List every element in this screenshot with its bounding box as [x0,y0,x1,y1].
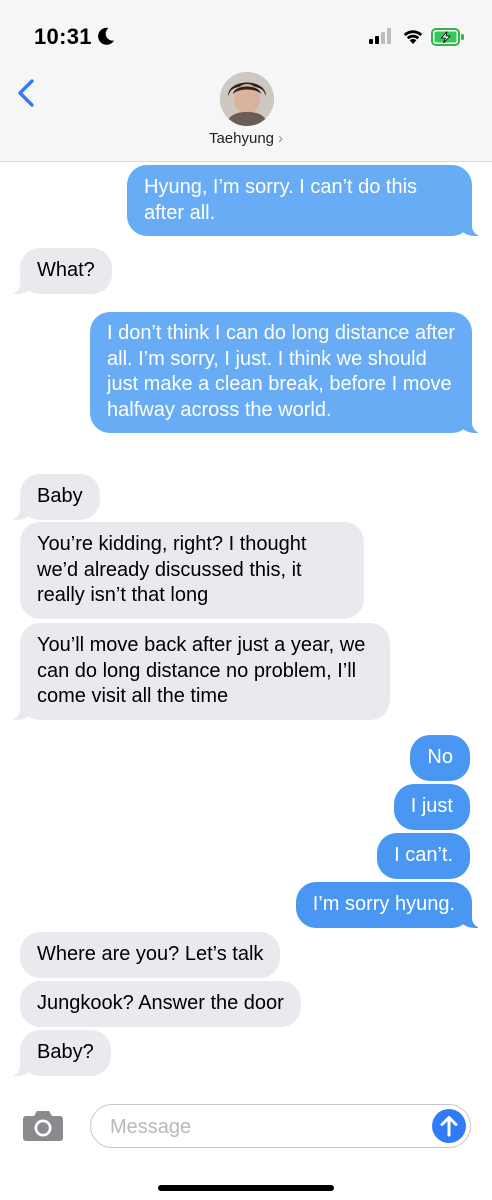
message-bubble-outgoing[interactable]: No [410,735,470,781]
contact-name: Taehyung [208,130,275,147]
moon-icon [98,27,114,45]
message-text: What? [37,259,95,281]
message-bubble-incoming[interactable]: Jungkook? Answer the door [20,981,301,1027]
avatar-photo-icon [220,72,274,126]
message-text: You’re kidding, right? I thought we’d al… [37,533,307,606]
message-text: Where are you? Let’s talk [37,943,264,965]
conversation-header: Taehyung › [0,70,492,162]
chevron-right-icon: › [278,130,284,147]
message-bubble-incoming[interactable]: Baby? [8,1030,111,1076]
message-text: You’ll move back after just a year, we c… [37,634,366,707]
message-bubble-outgoing[interactable]: I don’t think I can do long distance aft… [90,312,484,433]
message-thread: Hyung, I’m sorry. I can’t do this after … [0,163,492,1088]
status-time: 10:31 [34,24,92,49]
message-text: I’m sorry hyung. [312,893,455,915]
message-bubble-outgoing[interactable]: I can’t. [377,833,470,879]
battery-charging-icon [431,28,464,46]
contact-name-button[interactable]: Taehyung › [0,130,492,147]
message-bubble-outgoing[interactable]: Hyung, I’m sorry. I can’t do this after … [127,165,484,236]
message-text: Baby [37,485,83,507]
send-button[interactable] [432,1109,466,1143]
message-bubble-incoming[interactable]: You’re kidding, right? I thought we’d al… [20,522,364,619]
status-bar: 10:31 [0,0,492,70]
camera-icon[interactable] [22,1108,64,1142]
message-bubble-incoming[interactable]: What? [8,248,112,294]
message-text: Hyung, I’m sorry. I can’t do this after … [144,176,418,224]
contact-avatar[interactable] [220,72,274,126]
wifi-icon [403,30,423,44]
arrow-up-icon [440,1116,458,1137]
signal-icon [369,28,391,44]
message-bubble-outgoing[interactable]: I just [393,784,470,830]
message-bubble-incoming[interactable]: You’ll move back after just a year, we c… [8,623,390,720]
message-bubble-incoming[interactable]: Where are you? Let’s talk [20,932,281,978]
message-bubble-outgoing[interactable]: I’m sorry hyung. [295,882,485,928]
message-text: No [427,746,453,768]
message-bubble-incoming[interactable]: Baby [8,474,100,520]
back-chevron-icon[interactable] [12,76,42,110]
message-input[interactable]: Message [90,1104,471,1148]
message-text: Baby? [37,1041,94,1063]
message-text: I just [410,795,453,817]
message-input-placeholder: Message [110,1116,192,1138]
message-text: Jungkook? Answer the door [37,992,284,1014]
home-indicator[interactable] [158,1185,334,1191]
message-text: I can’t. [394,844,453,866]
message-text: I don’t think I can do long distance aft… [107,322,455,421]
